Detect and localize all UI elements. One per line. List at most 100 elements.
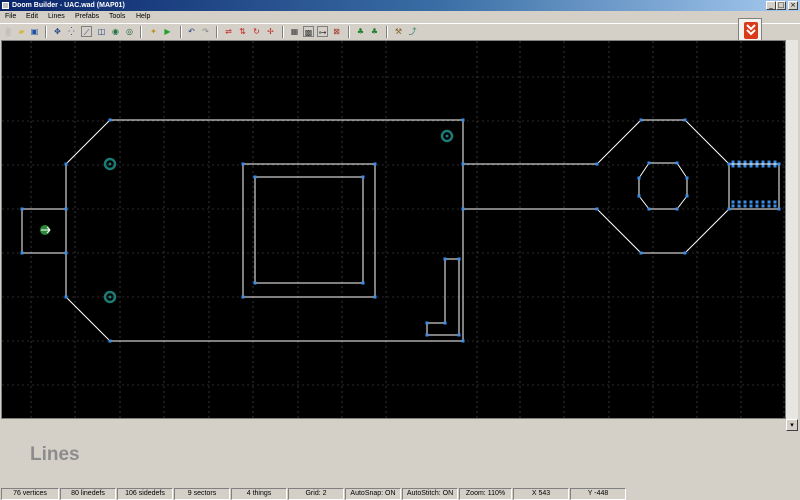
- linedef[interactable]: [638, 162, 688, 210]
- vertex[interactable]: [749, 164, 753, 168]
- redo-icon[interactable]: ↷: [200, 26, 211, 37]
- vertex[interactable]: [20, 251, 24, 255]
- vertical-scrollbar[interactable]: [786, 40, 798, 419]
- vertex[interactable]: [647, 161, 651, 165]
- vertex[interactable]: [675, 161, 679, 165]
- vertex[interactable]: [443, 321, 447, 325]
- things-mode-icon[interactable]: ◉: [110, 26, 121, 37]
- vertex[interactable]: [767, 164, 771, 168]
- vertex[interactable]: [373, 162, 377, 166]
- save-icon[interactable]: ▣: [29, 26, 40, 37]
- map-viewport[interactable]: [1, 40, 786, 419]
- vertex[interactable]: [773, 160, 777, 164]
- vertex[interactable]: [457, 257, 461, 261]
- title-bar[interactable]: Doom Builder - UAC.wad (MAP01) _ □ ×: [0, 0, 800, 11]
- 3d-mode-icon[interactable]: ◎: [124, 26, 135, 37]
- vertex[interactable]: [743, 164, 747, 168]
- vertex[interactable]: [749, 204, 753, 208]
- vertex[interactable]: [461, 339, 465, 343]
- vertex[interactable]: [727, 207, 731, 211]
- sectors-mode-icon[interactable]: ◫: [96, 26, 107, 37]
- vertex[interactable]: [767, 204, 771, 208]
- vertex[interactable]: [731, 160, 735, 164]
- find-icon[interactable]: ⚒: [393, 26, 404, 37]
- vertex[interactable]: [749, 160, 753, 164]
- vertex[interactable]: [637, 176, 641, 180]
- vertex[interactable]: [20, 207, 24, 211]
- download-arrows-icon[interactable]: [738, 18, 762, 42]
- vertex[interactable]: [361, 281, 365, 285]
- vertex[interactable]: [737, 160, 741, 164]
- vertices-mode-icon[interactable]: ⁛: [66, 26, 77, 37]
- vertex[interactable]: [241, 295, 245, 299]
- move-mode-icon[interactable]: ✥: [52, 26, 63, 37]
- new-icon[interactable]: ▯: [3, 26, 14, 37]
- flip-vertical-icon[interactable]: ⇅: [237, 26, 248, 37]
- vertex[interactable]: [743, 200, 747, 204]
- vertex[interactable]: [443, 257, 447, 261]
- resize-icon[interactable]: ✢: [265, 26, 276, 37]
- vertex[interactable]: [595, 207, 599, 211]
- menu-prefabs[interactable]: Prefabs: [75, 11, 99, 23]
- vertex[interactable]: [743, 160, 747, 164]
- flip-horizontal-icon[interactable]: ⇌: [223, 26, 234, 37]
- menu-lines[interactable]: Lines: [48, 11, 65, 23]
- vertex[interactable]: [767, 200, 771, 204]
- vertex[interactable]: [683, 251, 687, 255]
- vertex[interactable]: [731, 204, 735, 208]
- menu-file[interactable]: File: [5, 11, 16, 23]
- vertex[interactable]: [761, 160, 765, 164]
- vertex[interactable]: [461, 207, 465, 211]
- vertex[interactable]: [749, 200, 753, 204]
- vertex[interactable]: [737, 200, 741, 204]
- vertex[interactable]: [685, 176, 689, 180]
- menu-edit[interactable]: Edit: [26, 11, 38, 23]
- vertex[interactable]: [737, 164, 741, 168]
- snap-icon[interactable]: ▩: [303, 26, 314, 37]
- map-linedefs[interactable]: [21, 119, 780, 342]
- vertex[interactable]: [731, 164, 735, 168]
- vertex[interactable]: [773, 164, 777, 168]
- vertex[interactable]: [108, 339, 112, 343]
- trees-icon[interactable]: ♣: [369, 26, 380, 37]
- vertex[interactable]: [595, 162, 599, 166]
- linedef[interactable]: [254, 176, 364, 284]
- vertex[interactable]: [253, 175, 257, 179]
- linedef[interactable]: [728, 163, 780, 210]
- map-canvas[interactable]: [2, 41, 786, 419]
- vertex[interactable]: [761, 200, 765, 204]
- vertex[interactable]: [743, 204, 747, 208]
- close-button[interactable]: ×: [788, 1, 798, 10]
- vertex[interactable]: [639, 251, 643, 255]
- vertex[interactable]: [64, 251, 68, 255]
- errors-icon[interactable]: ⤴: [407, 26, 418, 37]
- vertex[interactable]: [425, 321, 429, 325]
- vertex[interactable]: [457, 333, 461, 337]
- vertex[interactable]: [639, 118, 643, 122]
- lines-mode-icon[interactable]: ⟋: [81, 26, 92, 37]
- scroll-down-arrow-icon[interactable]: ▾: [786, 419, 798, 431]
- vertex[interactable]: [737, 204, 741, 208]
- vertex[interactable]: [767, 160, 771, 164]
- menu-tools[interactable]: Tools: [109, 11, 125, 23]
- vertex[interactable]: [64, 162, 68, 166]
- map-things[interactable]: [40, 129, 454, 304]
- vertex[interactable]: [761, 164, 765, 168]
- vertex[interactable]: [637, 194, 641, 198]
- tree-icon[interactable]: ♣: [355, 26, 366, 37]
- vertex[interactable]: [241, 162, 245, 166]
- stitch-icon[interactable]: ⊶: [317, 26, 328, 37]
- vertex[interactable]: [461, 162, 465, 166]
- vertex[interactable]: [755, 160, 759, 164]
- linedef[interactable]: [462, 119, 730, 254]
- vertex[interactable]: [773, 200, 777, 204]
- minimize-button[interactable]: _: [766, 1, 776, 10]
- grid-icon[interactable]: ▦: [289, 26, 300, 37]
- vertex[interactable]: [755, 200, 759, 204]
- vertex[interactable]: [108, 118, 112, 122]
- rotate-icon[interactable]: ↻: [251, 26, 262, 37]
- vertex[interactable]: [425, 333, 429, 337]
- vertex[interactable]: [773, 204, 777, 208]
- vertex[interactable]: [373, 295, 377, 299]
- vertex[interactable]: [64, 207, 68, 211]
